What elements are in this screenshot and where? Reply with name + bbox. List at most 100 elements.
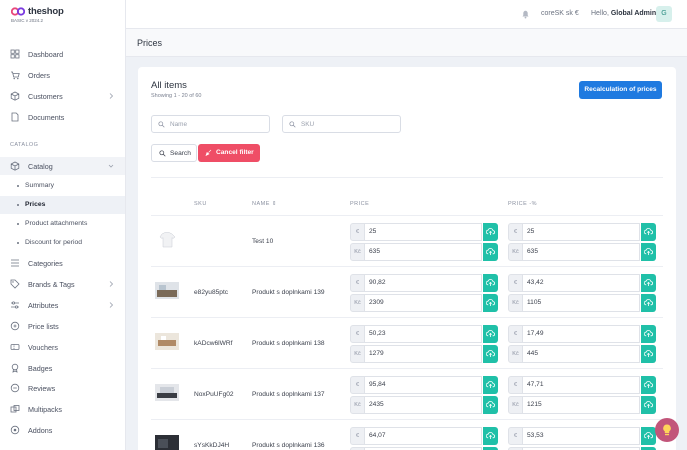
sidebar-item-label: Vouchers (28, 342, 58, 352)
help-fab-button[interactable] (655, 418, 679, 442)
price-input[interactable]: 43,42 (523, 274, 640, 292)
product-thumbnail[interactable] (155, 231, 179, 248)
product-name-cell[interactable]: Produkt s doplnkami 139 (252, 289, 325, 296)
avatar[interactable]: G (656, 6, 672, 22)
sidebar-item-orders[interactable]: Orders (0, 66, 125, 84)
sidebar-item-label: Dashboard (28, 49, 64, 59)
price-input[interactable]: 17,49 (523, 325, 640, 343)
product-thumbnail[interactable] (155, 282, 179, 299)
product-name-cell[interactable]: Test 10 (252, 238, 273, 245)
price-vat-czk-field: Kč 1105 (508, 294, 656, 312)
sidebar-item-label: Addons (28, 425, 53, 435)
currency-label: € (508, 274, 523, 292)
name-input[interactable] (170, 119, 260, 130)
name-search-field[interactable] (151, 115, 270, 133)
upload-button[interactable] (483, 376, 498, 394)
price-input[interactable]: 90,82 (365, 274, 482, 292)
price-input[interactable]: 25 (523, 223, 640, 241)
cloud-upload-icon (486, 432, 495, 439)
price-input[interactable]: 1215 (523, 396, 640, 414)
price-input[interactable]: 445 (523, 345, 640, 363)
price-input[interactable]: 1105 (523, 294, 640, 312)
upload-button[interactable] (483, 294, 498, 312)
sidebar-item-catalog[interactable]: Catalog (0, 157, 125, 175)
price-eur-field: €50,23 (350, 325, 498, 343)
cancel-filter-button[interactable]: Cancel filter (198, 144, 260, 162)
cloud-upload-icon (486, 350, 495, 357)
sidebar-item-label: Documents (28, 112, 65, 122)
upload-button[interactable] (483, 243, 498, 261)
sidebar-subitem-product-attachments[interactable]: Product attachments (0, 215, 125, 233)
upload-button[interactable] (641, 376, 656, 394)
sidebar-item-brands-tags[interactable]: Brands & Tags (0, 275, 125, 293)
currency-label: Kč (350, 243, 365, 261)
price-input[interactable]: 53,53 (523, 427, 640, 445)
sidebar-item-badges[interactable]: Badges (0, 359, 125, 377)
sidebar-subitem-discount-for-period[interactable]: Discount for period (0, 234, 125, 252)
upload-button[interactable] (483, 274, 498, 292)
cloud-upload-icon (486, 279, 495, 286)
upload-button[interactable] (641, 325, 656, 343)
search-icon (289, 121, 296, 128)
upload-button[interactable] (483, 223, 498, 241)
price-input[interactable]: 2309 (365, 294, 482, 312)
sidebar-item-reviews[interactable]: Reviews (0, 379, 125, 397)
price-input[interactable]: 47,71 (523, 376, 640, 394)
upload-button[interactable] (641, 223, 656, 241)
sidebar-item-categories[interactable]: Categories (0, 254, 125, 272)
user-greeting[interactable]: Hello, Global Admin (591, 10, 656, 17)
sidebar-item-customers[interactable]: Customers (0, 87, 125, 105)
brand-version: BASIC v 2024.2 (11, 18, 44, 23)
upload-button[interactable] (641, 427, 656, 445)
price-vat-eur-field: €17,49 (508, 325, 656, 343)
product-thumbnail[interactable] (155, 435, 179, 450)
column-header-sku: SKU (194, 201, 207, 207)
sidebar-item-documents[interactable]: Documents (0, 108, 125, 126)
sidebar-item-addons[interactable]: Addons (0, 421, 125, 439)
sku-search-field[interactable] (282, 115, 401, 133)
store-selector[interactable]: coreSK sk € (541, 10, 579, 17)
currency-label: Kč (508, 294, 523, 312)
sidebar-subitem-summary[interactable]: Summary (0, 177, 125, 195)
sidebar-item-vouchers[interactable]: Vouchers (0, 338, 125, 356)
price-input[interactable]: 635 (365, 243, 482, 261)
sku-input[interactable] (301, 119, 391, 130)
upload-button[interactable] (483, 427, 498, 445)
column-header-name[interactable]: NAME ⇕ (252, 201, 277, 207)
sidebar: theshop BASIC v 2024.2 Dashboard Orders … (0, 0, 126, 450)
product-name-cell[interactable]: Produkt s doplnkami 136 (252, 442, 325, 449)
sidebar-item-attributes[interactable]: Attributes (0, 296, 125, 314)
cancel-filter-label: Cancel filter (216, 148, 254, 156)
sidebar-item-dashboard[interactable]: Dashboard (0, 45, 125, 63)
cloud-upload-icon (486, 248, 495, 255)
price-input[interactable]: 64,07 (365, 427, 482, 445)
upload-button[interactable] (641, 243, 656, 261)
product-name-cell[interactable]: Produkt s doplnkami 138 (252, 340, 325, 347)
upload-button[interactable] (483, 325, 498, 343)
sidebar-item-label: Reviews (28, 383, 56, 393)
cloud-upload-icon (486, 381, 495, 388)
upload-button[interactable] (483, 396, 498, 414)
upload-button[interactable] (641, 294, 656, 312)
product-thumbnail[interactable] (155, 333, 179, 350)
upload-button[interactable] (641, 345, 656, 363)
price-input[interactable]: 2435 (365, 396, 482, 414)
price-input[interactable]: 635 (523, 243, 640, 261)
sidebar-subitem-prices[interactable]: Prices (0, 196, 125, 214)
sku-cell: kADcw6lWRf (194, 340, 233, 347)
sidebar-item-multipacks[interactable]: Multipacks (0, 400, 125, 418)
product-name-cell[interactable]: Produkt s doplnkami 137 (252, 391, 325, 398)
price-input[interactable]: 25 (365, 223, 482, 241)
price-input[interactable]: 95,84 (365, 376, 482, 394)
upload-button[interactable] (641, 396, 656, 414)
bell-icon[interactable] (521, 9, 530, 19)
product-thumbnail[interactable] (155, 384, 179, 401)
upload-button[interactable] (641, 274, 656, 292)
search-button[interactable]: Search (151, 144, 197, 162)
recalculation-button[interactable]: Recalculation of prices (579, 81, 662, 99)
sidebar-item-price-lists[interactable]: Price lists (0, 317, 125, 335)
price-input[interactable]: 50,23 (365, 325, 482, 343)
pricelist-icon (10, 321, 20, 331)
price-input[interactable]: 1279 (365, 345, 482, 363)
upload-button[interactable] (483, 345, 498, 363)
